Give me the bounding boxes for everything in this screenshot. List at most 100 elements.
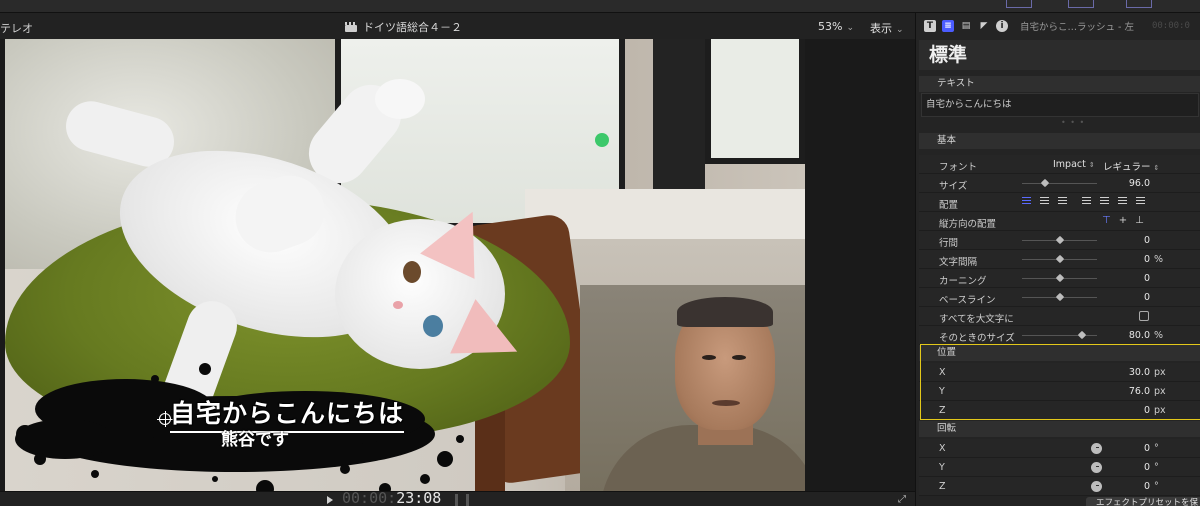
valign-middle-icon[interactable]: +: [1119, 215, 1127, 226]
save-effects-preset-button[interactable]: エフェクトプリセットを保存: [1086, 497, 1200, 506]
rotation-z-label: Z: [939, 481, 946, 492]
rotation-x-row: X 0 °: [919, 439, 1200, 458]
video-inspector-icon[interactable]: ▤: [960, 20, 972, 32]
inspector-tabs: T ≡ ▤ ◤ i 自宅からこ…ラッシュ - 左 00:00:0: [916, 13, 1200, 39]
viewer-header: テレオ ドイツ語総合４－２ 53% ⌄ 表示 ⌄: [0, 13, 915, 39]
all-caps-row: すべてを大文字に: [919, 307, 1200, 326]
kerning-value[interactable]: 0: [1144, 273, 1150, 284]
title-line-2[interactable]: 熊谷です: [221, 425, 289, 450]
tracking-row: 文字間隔 0 %: [919, 250, 1200, 269]
justify-left-icon[interactable]: [1082, 197, 1091, 206]
rotation-x-dial[interactable]: [1091, 443, 1102, 454]
rotation-z-value[interactable]: 0: [1144, 481, 1150, 492]
size-value[interactable]: 96.0: [1129, 178, 1150, 189]
baseline-slider-knob[interactable]: [1055, 292, 1064, 302]
fullscreen-icon[interactable]: ⤢: [898, 494, 906, 505]
text-style-preset[interactable]: 標準: [919, 40, 1200, 70]
play-icon[interactable]: [327, 496, 333, 504]
vertical-alignment-buttons: ⊤ + ⊥: [1102, 215, 1144, 226]
person-eye: [702, 355, 716, 360]
chevron-down-icon: ⌄: [846, 23, 854, 33]
line-spacing-value[interactable]: 0: [1144, 235, 1150, 246]
align-right-icon[interactable]: [1058, 197, 1067, 206]
valign-top-icon[interactable]: ⊤: [1102, 215, 1111, 226]
zoom-menu[interactable]: 53% ⌄: [818, 20, 854, 33]
justify-full-icon[interactable]: [1136, 197, 1145, 206]
layout-button-2[interactable]: [1068, 0, 1094, 8]
section-text-header[interactable]: テキスト: [919, 76, 1200, 92]
all-caps-checkbox[interactable]: [1139, 311, 1149, 321]
timecode-display[interactable]: 00:00:23:08: [342, 489, 441, 506]
rotation-x-value[interactable]: 0: [1144, 443, 1150, 454]
size-row: サイズ 96.0: [919, 174, 1200, 193]
baseline-row: ベースライン 0: [919, 288, 1200, 307]
tracking-unit: %: [1154, 254, 1164, 265]
zoom-value: 53%: [818, 20, 843, 33]
info-icon[interactable]: i: [996, 20, 1008, 32]
valign-bottom-icon[interactable]: ⊥: [1135, 215, 1144, 226]
rotation-z-dial[interactable]: [1091, 481, 1102, 492]
rotation-y-row: Y 0 °: [919, 458, 1200, 477]
section-rotation-header[interactable]: 回転: [919, 421, 1200, 437]
resize-grip-icon[interactable]: • • •: [1061, 118, 1085, 127]
rotation-y-dial[interactable]: [1091, 462, 1102, 473]
clapperboard-icon: [345, 22, 357, 32]
text-inspector-icon[interactable]: T: [924, 20, 936, 32]
line-spacing-row: 行間 0: [919, 231, 1200, 250]
updown-icon: ⇕: [1088, 161, 1095, 169]
view-menu-label: 表示: [870, 22, 892, 35]
alignment-label: 配置: [939, 200, 959, 211]
layout-button-1[interactable]: [1006, 0, 1032, 8]
video-frame[interactable]: 自宅からこんにちは 熊谷です: [5, 39, 805, 491]
cat-paw: [375, 79, 425, 119]
size-label: サイズ: [939, 181, 968, 192]
font-label: フォント: [939, 162, 978, 173]
rotation-y-label: Y: [939, 462, 945, 473]
view-menu[interactable]: 表示 ⌄: [870, 20, 904, 36]
section-basic-header[interactable]: 基本: [919, 133, 1200, 149]
inspector-clip-title: 自宅からこ…ラッシュ - 左: [1020, 22, 1134, 33]
all-caps-size-value[interactable]: 80.0: [1129, 330, 1150, 341]
align-left-icon[interactable]: [1022, 197, 1031, 206]
person-mouth: [712, 400, 740, 406]
tracking-label: 文字間隔: [939, 257, 978, 268]
viewer-canvas[interactable]: 自宅からこんにちは 熊谷です: [0, 39, 915, 491]
viewer-left-label: テレオ: [0, 22, 33, 35]
color-inspector-icon[interactable]: ◤: [978, 20, 990, 32]
all-caps-size-row: そのときのサイズ 80.0 %: [919, 326, 1200, 345]
layout-button-3[interactable]: [1126, 0, 1152, 8]
kerning-slider-knob[interactable]: [1055, 273, 1064, 283]
inspector-timecode: 00:00:0: [1151, 21, 1190, 31]
all-caps-label: すべてを大文字に: [939, 314, 1014, 325]
size-slider[interactable]: [1022, 183, 1097, 184]
rotation-z-row: Z 0 °: [919, 477, 1200, 496]
timecode-dim: 00:00:: [342, 489, 397, 506]
tracking-value[interactable]: 0: [1144, 254, 1150, 265]
picture-in-picture-video[interactable]: [580, 285, 805, 491]
updown-icon: ⇕: [1153, 164, 1160, 172]
justify-right-icon[interactable]: [1118, 197, 1127, 206]
font-style-select[interactable]: レギュラー ⇕: [1103, 159, 1159, 173]
rotation-y-value[interactable]: 0: [1144, 462, 1150, 473]
line-spacing-slider-knob[interactable]: [1055, 235, 1064, 245]
title-inspector-icon[interactable]: ≡: [942, 20, 954, 32]
pause-icon[interactable]: [455, 494, 469, 506]
all-caps-size-unit: %: [1154, 330, 1164, 341]
text-input[interactable]: 自宅からこんにちは: [921, 93, 1199, 117]
cat-nose: [393, 301, 403, 309]
cat-eye: [423, 315, 443, 337]
cat-eye: [403, 261, 421, 283]
justify-center-icon[interactable]: [1100, 197, 1109, 206]
font-family-select[interactable]: Impact ⇕: [1053, 159, 1095, 170]
rotation-x-unit: °: [1154, 443, 1159, 454]
alignment-row: 配置: [919, 193, 1200, 212]
chevron-down-icon: ⌄: [896, 25, 904, 35]
font-family-value: Impact: [1053, 159, 1086, 170]
tracking-slider-knob[interactable]: [1055, 254, 1064, 264]
size-slider-knob[interactable]: [1040, 178, 1049, 188]
all-caps-size-slider-knob[interactable]: [1077, 330, 1087, 340]
align-center-icon[interactable]: [1040, 197, 1049, 206]
person-eye: [732, 355, 746, 360]
baseline-value[interactable]: 0: [1144, 292, 1150, 303]
rotation-x-label: X: [939, 443, 946, 454]
